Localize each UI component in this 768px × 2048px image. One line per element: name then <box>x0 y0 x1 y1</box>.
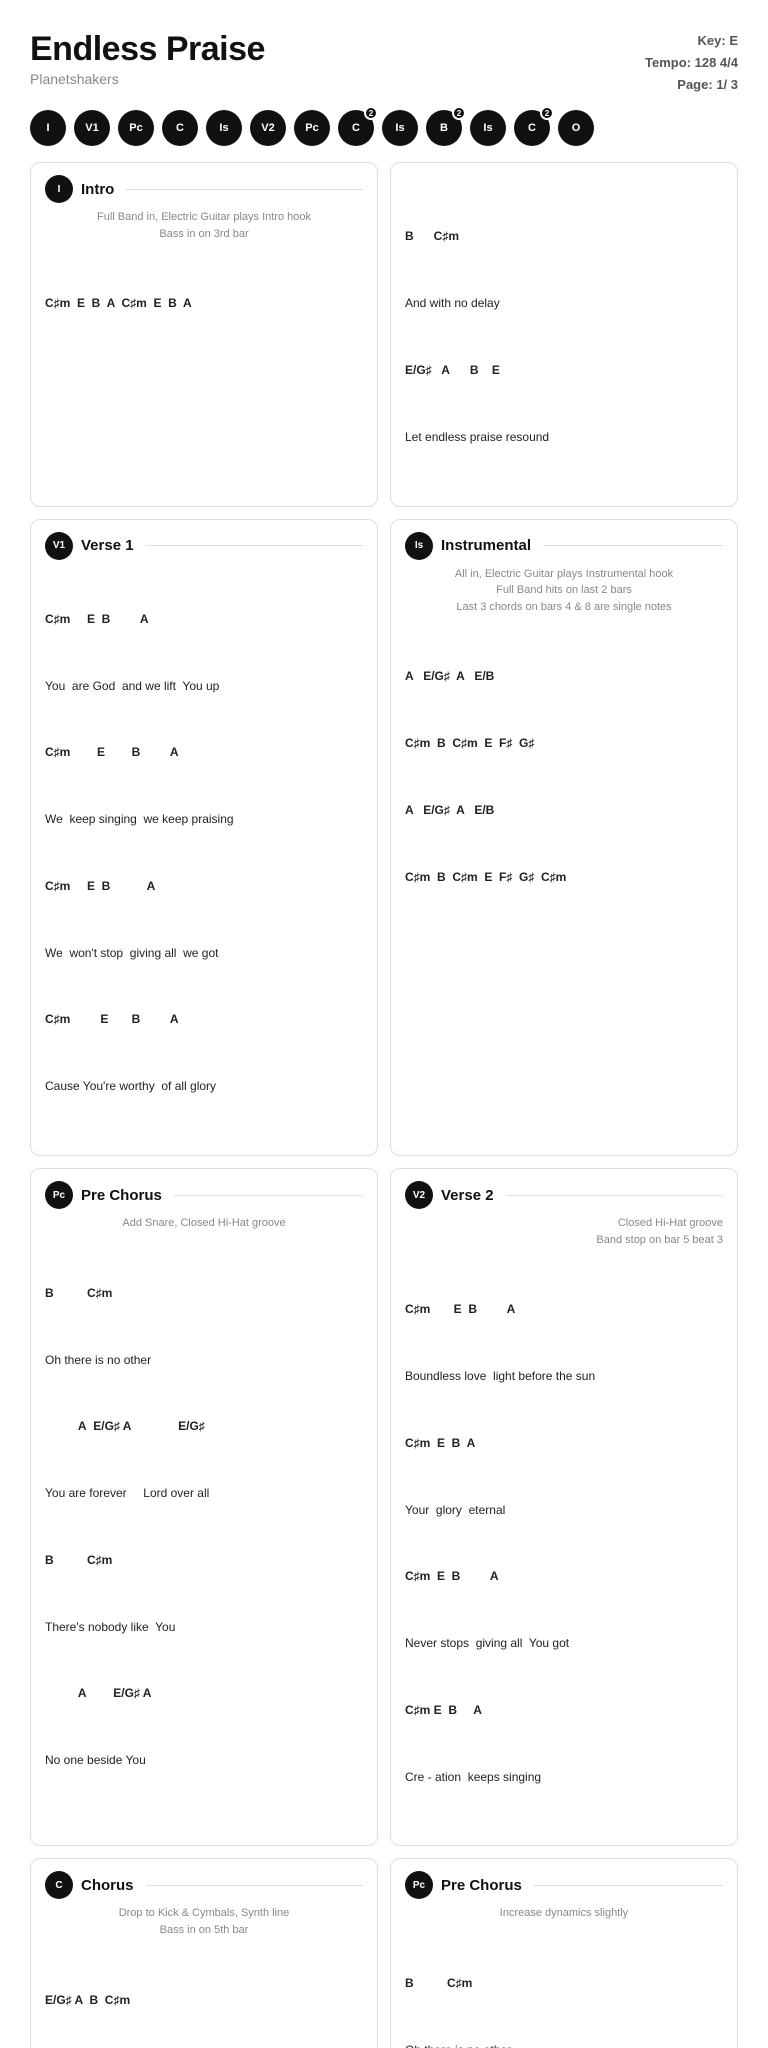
nav-Pc1[interactable]: Pc <box>118 110 154 146</box>
verse1-divider <box>146 545 363 546</box>
prechorus-content: B C♯m Oh there is no other A E/G♯ A E/G♯… <box>45 1240 363 1817</box>
prechorus2-notes: Increase dynamics slightly <box>405 1905 723 1922</box>
instrumental-title: Instrumental <box>441 537 531 554</box>
song-meta: Key: E Tempo: 128 4/4 Page: 1/ 3 <box>645 30 738 96</box>
instrumental-content: A E/G♯ A E/B C♯m B C♯m E F♯ G♯ A E/G♯ A … <box>405 623 723 933</box>
chorus-section: C Chorus Drop to Kick & Cymbals, Synth l… <box>30 1858 378 2048</box>
prechorus2-section: Pc Pre Chorus Increase dynamics slightly… <box>390 1858 738 2048</box>
intro-cont-content: B C♯m And with no delay E/G♯ A B E Let e… <box>405 183 723 493</box>
nav-V2[interactable]: V2 <box>250 110 286 146</box>
song-title: Endless Praise <box>30 30 265 69</box>
nav-B-badge: 2 <box>452 106 466 120</box>
nav-V1[interactable]: V1 <box>74 110 110 146</box>
prechorus2-title: Pre Chorus <box>441 1877 522 1894</box>
nav-C3-badge: 2 <box>540 106 554 120</box>
instrumental-section: Is Instrumental All in, Electric Guitar … <box>390 519 738 1156</box>
nav-O[interactable]: O <box>558 110 594 146</box>
nav-I[interactable]: I <box>30 110 66 146</box>
chorus-badge: C <box>45 1871 73 1899</box>
chorus-notes: Drop to Kick & Cymbals, Synth lineBass i… <box>45 1905 363 1938</box>
intro-cont-section: B C♯m And with no delay E/G♯ A B E Let e… <box>390 162 738 506</box>
nav-Is3[interactable]: Is <box>470 110 506 146</box>
verse2-divider <box>506 1195 723 1196</box>
nav-B[interactable]: B 2 <box>426 110 462 146</box>
verse1-section: V1 Verse 1 C♯m E B A You are God and we … <box>30 519 378 1156</box>
nav-Is1[interactable]: Is <box>206 110 242 146</box>
verse2-title: Verse 2 <box>441 1187 494 1204</box>
intro-badge: I <box>45 175 73 203</box>
nav-C3[interactable]: C 2 <box>514 110 550 146</box>
page-value: 1/ 3 <box>716 77 738 92</box>
tempo-label: Tempo: <box>645 55 691 70</box>
song-artist: Planetshakers <box>30 71 265 87</box>
intro-divider <box>126 189 363 190</box>
page-label: Page: <box>677 77 712 92</box>
intro-content: C♯m E B A C♯m E B A <box>45 250 363 360</box>
intro-section: I Intro Full Band in, Electric Guitar pl… <box>30 162 378 506</box>
prechorus-divider <box>174 1195 363 1196</box>
verse2-notes: Closed Hi-Hat grooveBand stop on bar 5 b… <box>405 1215 723 1248</box>
verse1-badge: V1 <box>45 532 73 560</box>
chorus-content: E/G♯ A B C♯m To Yo - u E/G♯ A B E Let en… <box>45 1946 363 2048</box>
chorus-title: Chorus <box>81 1877 134 1894</box>
instrumental-badge: Is <box>405 532 433 560</box>
prechorus2-divider <box>534 1885 723 1886</box>
prechorus-notes: Add Snare, Closed Hi-Hat groove <box>45 1215 363 1232</box>
intro-title: Intro <box>81 181 114 198</box>
chorus-divider <box>146 1885 364 1886</box>
prechorus-badge: Pc <box>45 1181 73 1209</box>
section-nav: I V1 Pc C Is V2 Pc C 2 Is B 2 Is C 2 O <box>30 110 738 146</box>
page-header: Endless Praise Planetshakers Key: E Temp… <box>30 30 738 96</box>
intro-notes: Full Band in, Electric Guitar plays Intr… <box>45 209 363 242</box>
instrumental-divider <box>543 545 723 546</box>
prechorus2-badge: Pc <box>405 1871 433 1899</box>
tempo-value: 128 4/4 <box>695 55 738 70</box>
verse2-content: C♯m E B A Boundless love light before th… <box>405 1256 723 1833</box>
verse2-badge: V2 <box>405 1181 433 1209</box>
nav-Pc2[interactable]: Pc <box>294 110 330 146</box>
prechorus2-content: B C♯m Oh there is no other A E/G♯ A E/G♯… <box>405 1930 723 2048</box>
verse2-section: V2 Verse 2 Closed Hi-Hat grooveBand stop… <box>390 1168 738 1846</box>
nav-C2[interactable]: C 2 <box>338 110 374 146</box>
key-value: E <box>729 33 738 48</box>
prechorus-section: Pc Pre Chorus Add Snare, Closed Hi-Hat g… <box>30 1168 378 1846</box>
verse1-title: Verse 1 <box>81 537 134 554</box>
prechorus-title: Pre Chorus <box>81 1187 162 1204</box>
verse1-content: C♯m E B A You are God and we lift You up… <box>45 566 363 1143</box>
key-label: Key: <box>698 33 726 48</box>
nav-C1[interactable]: C <box>162 110 198 146</box>
nav-C2-badge: 2 <box>364 106 378 120</box>
main-content: I Intro Full Band in, Electric Guitar pl… <box>30 162 738 2048</box>
nav-Is2[interactable]: Is <box>382 110 418 146</box>
instrumental-notes: All in, Electric Guitar plays Instrument… <box>405 566 723 616</box>
